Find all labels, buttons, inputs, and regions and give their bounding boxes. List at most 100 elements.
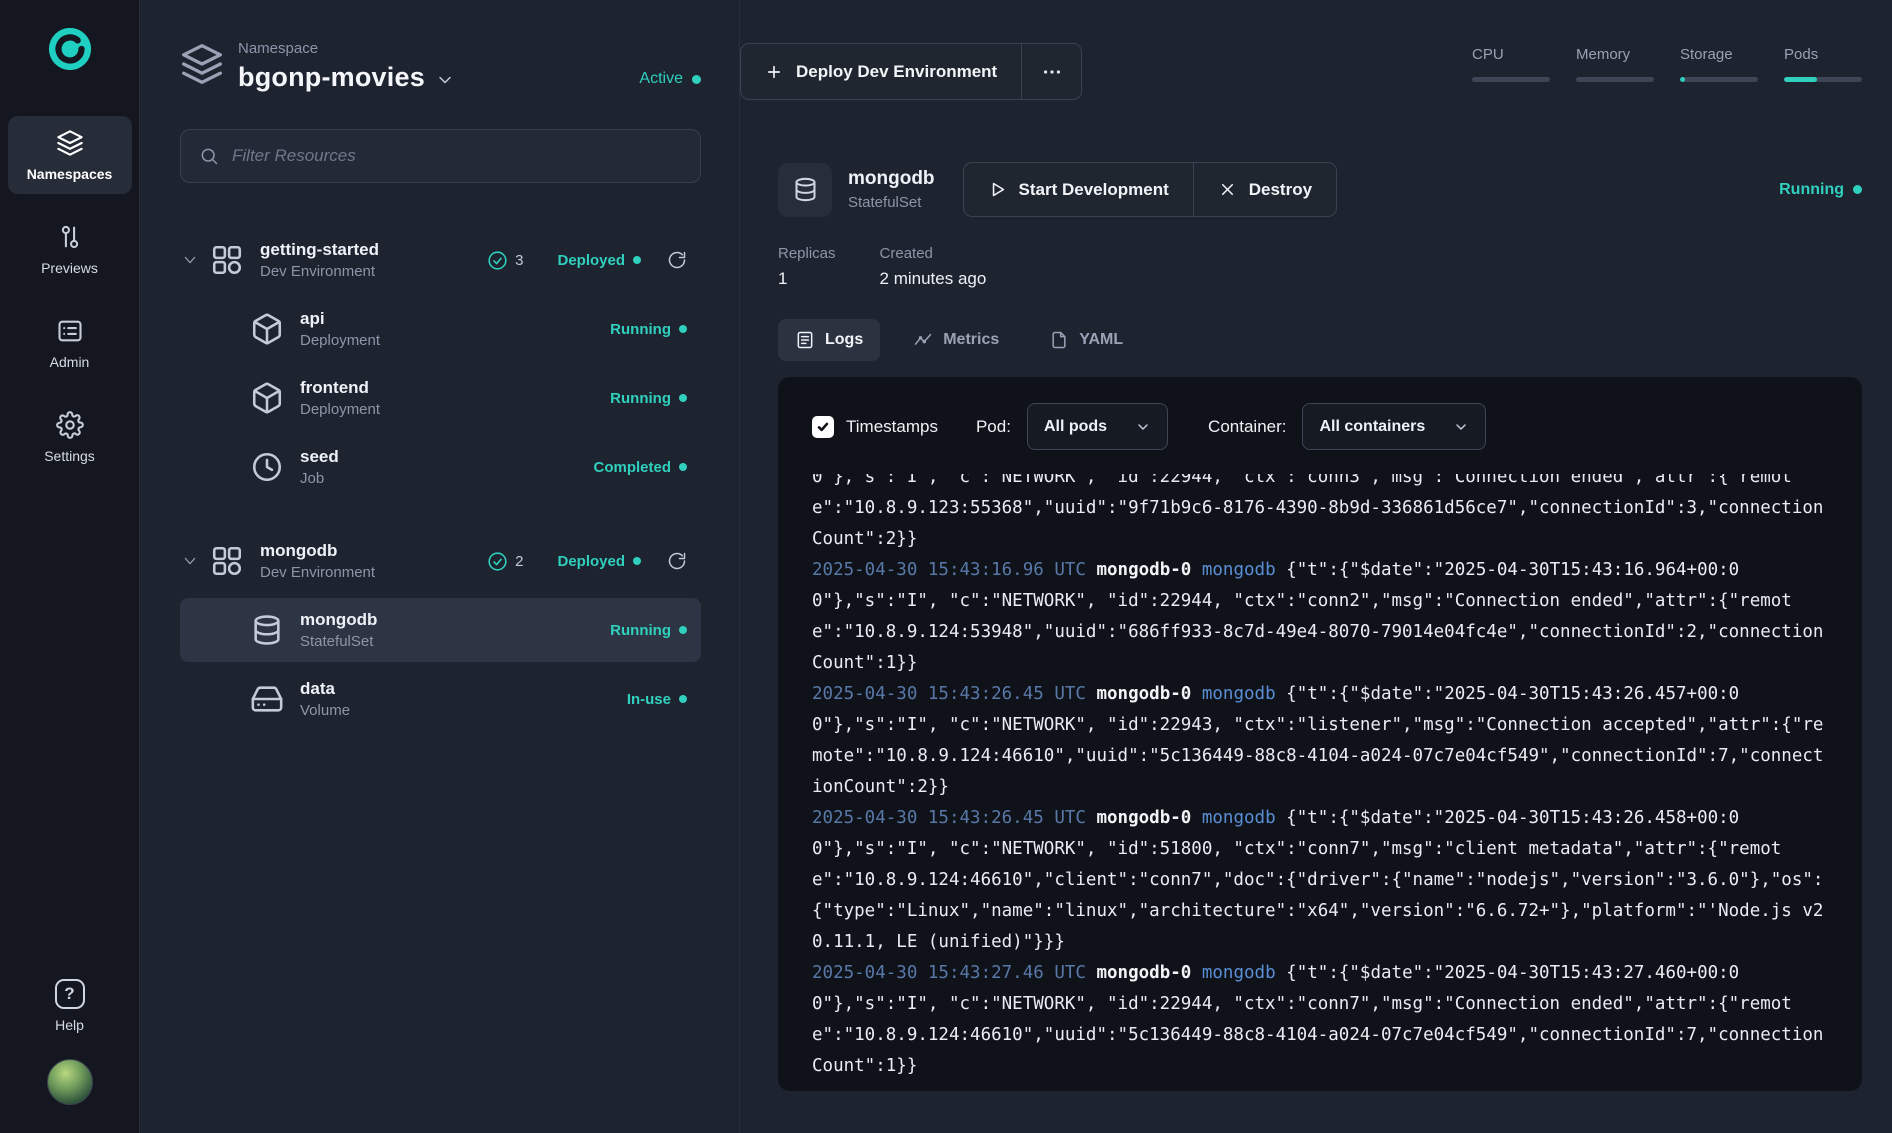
sidebar-item-settings[interactable]: Settings bbox=[8, 398, 132, 476]
ready-count: 2 bbox=[515, 553, 523, 570]
status-badge: In-use bbox=[627, 691, 687, 708]
meter-fill bbox=[1784, 77, 1817, 82]
tab-yaml[interactable]: YAML bbox=[1032, 319, 1140, 361]
filter-resources-box bbox=[180, 129, 701, 183]
destroy-button[interactable]: Destroy bbox=[1193, 163, 1336, 216]
search-icon bbox=[199, 146, 219, 166]
redeploy-button[interactable] bbox=[667, 250, 687, 270]
help-button[interactable]: ? Help bbox=[55, 979, 85, 1033]
meter-storage: Storage bbox=[1680, 46, 1758, 82]
tab-metrics[interactable]: Metrics bbox=[896, 319, 1016, 361]
namespace-panel: Namespace bgonp-movies Active bbox=[140, 0, 740, 1133]
sidebar-item-admin[interactable]: Admin bbox=[8, 304, 132, 382]
tree-group-mongodb[interactable]: mongodb Dev Environment 2 Deployed bbox=[180, 529, 701, 593]
log-viewer: Timestamps Pod: All pods Container: All … bbox=[778, 377, 1862, 1091]
container-select[interactable]: All containers bbox=[1302, 403, 1486, 450]
status-dot bbox=[1853, 185, 1862, 194]
statefulset-icon-tile bbox=[778, 163, 832, 217]
meter-memory: Memory bbox=[1576, 46, 1654, 82]
tree-row-api[interactable]: api Deployment Running bbox=[180, 297, 701, 361]
pod-select-value: All pods bbox=[1044, 418, 1107, 436]
resource-kind: Volume bbox=[300, 702, 350, 719]
main-content: Deploy Dev Environment CPU Memory bbox=[740, 0, 1892, 1133]
log-controls: Timestamps Pod: All pods Container: All … bbox=[812, 403, 1828, 450]
question-mark-icon: ? bbox=[55, 979, 85, 1009]
chevron-down-icon bbox=[1453, 419, 1469, 435]
replicas-field: Replicas 1 bbox=[778, 245, 836, 289]
resource-kind: Deployment bbox=[300, 401, 380, 418]
status-badge: Completed bbox=[593, 459, 687, 476]
status-dot bbox=[679, 394, 687, 402]
resource-kind: Job bbox=[300, 470, 339, 487]
status-badge: Deployed bbox=[557, 553, 641, 570]
resource-detail-panel: mongodb StatefulSet Start Development De… bbox=[778, 162, 1862, 1133]
sidebar-bottom: ? Help bbox=[47, 979, 93, 1105]
resource-kind: Dev Environment bbox=[260, 564, 375, 581]
sidebar-item-label: Namespaces bbox=[27, 166, 113, 182]
status-dot bbox=[692, 75, 701, 84]
admin-icon bbox=[56, 317, 84, 345]
namespace-status-badge: Active bbox=[639, 70, 701, 88]
resource-kind: Dev Environment bbox=[260, 263, 379, 280]
app-root: Namespaces Previews Admin Settings bbox=[0, 0, 1892, 1133]
deploy-dev-environment-button[interactable]: Deploy Dev Environment bbox=[741, 44, 1021, 99]
resource-tree: getting-started Dev Environment 3 Deploy… bbox=[180, 223, 701, 731]
log-scroll-area[interactable]: 0"},"s":"I", "c":"NETWORK", "id":22944, … bbox=[812, 474, 1828, 1091]
detail-status-badge: Running bbox=[1779, 181, 1862, 199]
tree-group-getting-started[interactable]: getting-started Dev Environment 3 Deploy… bbox=[180, 228, 701, 292]
pod-select[interactable]: All pods bbox=[1027, 403, 1168, 450]
tree-row-data-volume[interactable]: data Volume In-use bbox=[180, 667, 701, 731]
tree-row-frontend[interactable]: frontend Deployment Running bbox=[180, 366, 701, 430]
resource-name: data bbox=[300, 679, 350, 699]
container-select-value: All containers bbox=[1319, 418, 1425, 436]
okteto-logo-icon[interactable] bbox=[47, 26, 93, 72]
ready-indicator: 3 bbox=[487, 250, 523, 271]
resource-name: mongodb bbox=[300, 610, 377, 630]
sidebar-item-previews[interactable]: Previews bbox=[8, 210, 132, 288]
namespace-switcher[interactable]: bgonp-movies bbox=[238, 62, 455, 93]
tab-label: Logs bbox=[825, 331, 863, 349]
resource-kind: StatefulSet bbox=[300, 633, 377, 650]
detail-resource-kind: StatefulSet bbox=[848, 194, 935, 211]
namespace-status-text: Active bbox=[639, 70, 683, 88]
tab-label: Metrics bbox=[943, 331, 999, 349]
sidebar-item-label: Settings bbox=[44, 448, 95, 464]
refresh-icon bbox=[667, 551, 687, 571]
sidebar-item-label: Admin bbox=[50, 354, 90, 370]
tree-row-mongodb-statefulset[interactable]: mongodb StatefulSet Running bbox=[180, 598, 701, 662]
resource-name: getting-started bbox=[260, 240, 379, 260]
pod-filter-label: Pod: bbox=[976, 417, 1011, 437]
log-entry: 2025-04-30 15:43:26.45 UTC mongodb-0 mon… bbox=[812, 679, 1828, 803]
timestamps-toggle[interactable]: Timestamps bbox=[812, 416, 938, 438]
logs-icon bbox=[795, 330, 815, 350]
deployment-cube-icon bbox=[250, 312, 284, 346]
tab-logs[interactable]: Logs bbox=[778, 319, 880, 361]
sidebar-item-namespaces[interactable]: Namespaces bbox=[8, 116, 132, 194]
start-development-label: Start Development bbox=[1019, 180, 1169, 200]
deploy-button-label: Deploy Dev Environment bbox=[796, 62, 997, 82]
status-dot bbox=[679, 463, 687, 471]
resource-meters: CPU Memory Storage Pods bbox=[1472, 43, 1862, 82]
check-icon bbox=[816, 420, 830, 434]
status-dot bbox=[679, 626, 687, 634]
namespace-header: Namespace bgonp-movies Active bbox=[180, 40, 701, 93]
status-badge: Running bbox=[610, 321, 687, 338]
sidebar-item-label: Previews bbox=[41, 260, 98, 276]
log-entry: 0"},"s":"I", "c":"NETWORK", "id":22944, … bbox=[812, 474, 1828, 555]
resource-name: mongodb bbox=[260, 541, 375, 561]
tree-row-seed[interactable]: seed Job Completed bbox=[180, 435, 701, 499]
namespace-icon-wrap bbox=[180, 40, 224, 86]
user-avatar[interactable] bbox=[47, 1059, 93, 1105]
layers-icon bbox=[180, 42, 224, 86]
status-dot bbox=[679, 325, 687, 333]
sidebar: Namespaces Previews Admin Settings bbox=[0, 0, 140, 1133]
destroy-label: Destroy bbox=[1249, 180, 1312, 200]
resource-name: seed bbox=[300, 447, 339, 467]
start-development-button[interactable]: Start Development bbox=[964, 163, 1193, 216]
filter-resources-input[interactable] bbox=[232, 146, 682, 166]
more-options-button[interactable] bbox=[1021, 44, 1081, 99]
status-dot bbox=[679, 695, 687, 703]
redeploy-button[interactable] bbox=[667, 551, 687, 571]
timestamps-label: Timestamps bbox=[846, 417, 938, 437]
checkbox-checked-icon bbox=[812, 416, 834, 438]
